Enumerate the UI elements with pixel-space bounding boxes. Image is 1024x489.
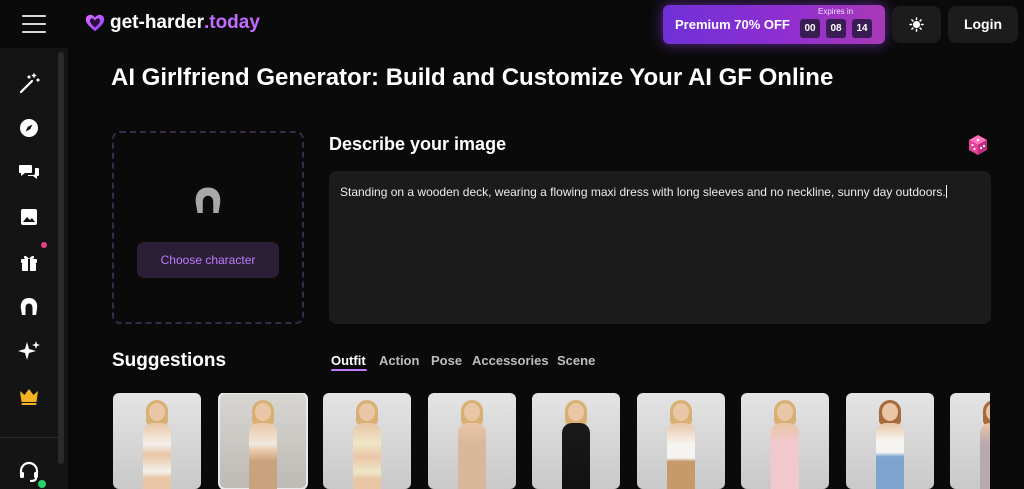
online-status-dot xyxy=(38,480,46,488)
hamburger-icon[interactable] xyxy=(22,15,46,33)
countdown-minutes: 08 xyxy=(826,19,846,38)
suggestion-thumbnail[interactable] xyxy=(532,393,620,489)
choose-character-button[interactable]: Choose character xyxy=(137,242,279,278)
site-logo[interactable]: get-harder .today xyxy=(84,12,260,34)
compass-icon[interactable] xyxy=(17,116,41,140)
prompt-text[interactable]: Standing on a wooden deck, wearing a flo… xyxy=(340,184,980,200)
crown-icon[interactable] xyxy=(17,384,41,408)
text-caret xyxy=(945,185,947,198)
suggestion-thumbnails xyxy=(113,393,990,489)
suggestion-thumbnail[interactable] xyxy=(950,393,990,489)
suggestion-thumbnail[interactable] xyxy=(323,393,411,489)
tab-active-indicator xyxy=(331,369,367,371)
describe-title: Describe your image xyxy=(329,134,507,154)
character-icon[interactable] xyxy=(17,295,41,319)
suggestions-title: Suggestions xyxy=(112,350,227,371)
suggestion-thumbnail[interactable] xyxy=(218,393,308,489)
character-select-box[interactable] xyxy=(112,131,304,324)
logo-text: get-harder xyxy=(110,12,204,33)
notification-dot xyxy=(41,242,47,248)
countdown-seconds: 14 xyxy=(852,19,872,38)
magic-wand-icon[interactable] xyxy=(17,72,41,96)
logo-domain: .today xyxy=(203,12,260,33)
suggestion-thumbnail[interactable] xyxy=(846,393,934,489)
expires-label: Expires in xyxy=(818,7,854,16)
dice-randomize-icon[interactable] xyxy=(966,133,990,157)
sidebar-divider xyxy=(0,437,58,438)
top-header: get-harder .today Premium 70% OFF Expires… xyxy=(0,0,1024,48)
tab-pose[interactable]: Pose xyxy=(431,353,462,368)
login-button[interactable]: Login xyxy=(948,6,1018,43)
gift-icon[interactable] xyxy=(17,250,41,274)
prompt-value: Standing on a wooden deck, wearing a flo… xyxy=(340,185,946,199)
heart-logo-icon xyxy=(85,14,105,32)
suggestion-thumbnail[interactable] xyxy=(428,393,516,489)
sidebar-scrollbar[interactable] xyxy=(58,52,64,464)
countdown-hours: 00 xyxy=(800,19,820,38)
headset-icon[interactable] xyxy=(17,459,41,483)
suggestion-thumbnail[interactable] xyxy=(113,393,201,489)
sparkles-icon[interactable] xyxy=(17,339,41,363)
tab-action[interactable]: Action xyxy=(379,353,419,368)
tab-accessories[interactable]: Accessories xyxy=(472,353,549,368)
suggestion-thumbnail[interactable] xyxy=(637,393,725,489)
character-placeholder-icon xyxy=(195,187,221,213)
premium-label: Premium 70% OFF xyxy=(675,17,790,32)
suggestion-thumbnail[interactable] xyxy=(741,393,829,489)
tab-outfit[interactable]: Outfit xyxy=(331,353,366,368)
page-title: AI Girlfriend Generator: Build and Custo… xyxy=(111,64,834,91)
image-icon[interactable] xyxy=(17,205,41,229)
tab-scene[interactable]: Scene xyxy=(557,353,595,368)
theme-toggle-button[interactable] xyxy=(892,6,941,43)
chat-icon[interactable] xyxy=(17,160,41,184)
sun-icon xyxy=(909,17,924,32)
